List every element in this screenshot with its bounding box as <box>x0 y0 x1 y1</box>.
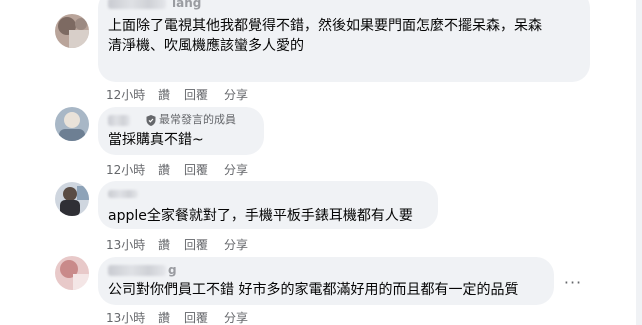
more-options-icon[interactable]: ··· <box>559 268 587 296</box>
comment-thread: lang 上面除了電視其他我都覺得不錯，然後如果要門面怎麼不擺呆森，呆森 清淨機… <box>0 0 642 325</box>
author-name-fragment: lang <box>172 0 202 10</box>
reply-button[interactable]: 回覆 <box>184 236 224 253</box>
comment-timestamp[interactable]: 13小時 <box>106 236 158 253</box>
reply-button[interactable]: 回覆 <box>184 86 224 103</box>
comment-bubble: lang 上面除了電視其他我都覺得不錯，然後如果要門面怎麼不擺呆森，呆森 清淨機… <box>98 0 590 82</box>
reply-button[interactable]: 回覆 <box>184 309 224 325</box>
comment-author[interactable]: lang <box>108 0 201 11</box>
like-button[interactable]: 讚 <box>158 161 184 178</box>
share-button[interactable]: 分享 <box>224 86 248 103</box>
author-name-fragment: g <box>168 263 177 277</box>
comment-timestamp[interactable]: 12小時 <box>106 86 158 103</box>
comment-bubble: apple全家餐就對了，手機平板手錶耳機都有人要 <box>98 181 438 229</box>
scrollbar[interactable] <box>636 0 642 325</box>
comment-actions: 12小時 讚 回覆 分享 <box>106 86 248 103</box>
comment-author[interactable] <box>108 186 426 202</box>
comment-text: 上面除了電視其他我都覺得不錯，然後如果要門面怎麼不擺呆森，呆森 清淨機、吹風機應… <box>108 18 542 54</box>
like-button[interactable]: 讚 <box>158 86 184 103</box>
comment-author[interactable]: 最常發言的成員 <box>108 112 252 128</box>
redacted-name <box>108 114 130 126</box>
reply-button[interactable]: 回覆 <box>184 161 224 178</box>
redacted-name <box>108 264 166 276</box>
redacted-name <box>108 190 138 198</box>
comment-actions: 12小時 讚 回覆 分享 <box>106 161 248 178</box>
like-button[interactable]: 讚 <box>158 309 184 325</box>
shield-icon <box>146 114 156 126</box>
comment-timestamp[interactable]: 13小時 <box>106 309 158 325</box>
share-button[interactable]: 分享 <box>224 309 248 325</box>
redacted-name <box>108 0 166 9</box>
share-button[interactable]: 分享 <box>224 161 248 178</box>
badge-label: 最常發言的成員 <box>159 113 236 126</box>
avatar[interactable] <box>55 14 89 48</box>
top-contributor-badge: 最常發言的成員 <box>146 112 236 128</box>
comment-text: 當採購真不錯~ <box>108 132 204 148</box>
share-button[interactable]: 分享 <box>224 236 248 253</box>
comment-actions: 13小時 讚 回覆 分享 <box>106 309 248 325</box>
avatar[interactable] <box>55 256 89 290</box>
comment-text: apple全家餐就對了，手機平板手錶耳機都有人要 <box>108 208 413 224</box>
comment-author[interactable]: g <box>108 262 542 278</box>
avatar[interactable] <box>55 182 89 216</box>
comment-bubble: g 公司對你們員工不錯 好市多的家電都滿好用的而且都有一定的品質 <box>98 257 554 305</box>
comment-actions: 13小時 讚 回覆 分享 <box>106 236 248 253</box>
comment-timestamp[interactable]: 12小時 <box>106 161 158 178</box>
comment-bubble: 最常發言的成員 當採購真不錯~ <box>98 107 264 155</box>
avatar[interactable] <box>55 107 89 141</box>
comment-text: 公司對你們員工不錯 好市多的家電都滿好用的而且都有一定的品質 <box>108 282 519 298</box>
like-button[interactable]: 讚 <box>158 236 184 253</box>
